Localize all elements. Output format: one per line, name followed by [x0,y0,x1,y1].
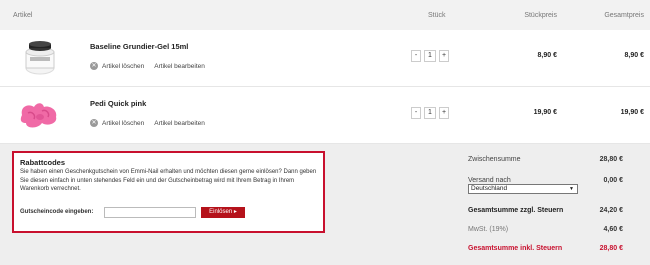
column-header-stueckpreis: Stückpreis [524,12,557,19]
vat-label: MwSt. (19%) [468,226,509,233]
coupon-box: Rabattcodes Sie haben einen Geschenkguts… [12,151,325,233]
quantity-input[interactable]: 1 [424,107,436,119]
delete-item-button[interactable]: ✕ Artikel löschen [90,119,144,127]
quantity-stepper: - 1 + [411,107,449,119]
column-header-artikel: Artikel [13,12,33,19]
total-price: 19,90 € [620,109,644,116]
shipping-label: Versand nach [468,177,511,184]
decrease-quantity-button[interactable]: - [411,107,421,119]
subtotal-value: 28,80 € [599,156,623,163]
unit-price: 8,90 € [537,52,557,59]
column-header-stueck: Stück [428,12,446,19]
delete-item-label: Artikel löschen [102,119,145,127]
cart-row: Baseline Grundier-Gel 15ml ✕ Artikel lös… [0,30,650,87]
close-icon: ✕ [90,119,98,127]
cart-footer-panel: Rabattcodes Sie haben einen Geschenkguts… [0,144,650,265]
product-image[interactable] [18,38,62,78]
order-summary: Zwischensumme 28,80 € Versand nach 0,00 … [468,144,638,265]
increase-quantity-button[interactable]: + [439,107,449,119]
shipping-value: 0,00 € [603,177,623,184]
product-image[interactable] [18,95,62,135]
increase-quantity-button[interactable]: + [439,50,449,62]
redeem-coupon-button[interactable]: Einlösen ▸ [201,207,245,218]
quantity-input[interactable]: 1 [424,50,436,62]
total-excl-tax-value: 24,20 € [599,207,623,214]
dropdown-arrow-icon: ▼ [569,186,574,192]
total-price: 8,90 € [624,52,644,59]
close-icon: ✕ [90,62,98,70]
quantity-stepper: - 1 + [411,50,449,62]
unit-price: 19,90 € [533,109,557,116]
decrease-quantity-button[interactable]: - [411,50,421,62]
total-incl-tax-label: Gesamtsumme inkl. Steuern [468,245,563,252]
shipping-country-select[interactable]: Deutschland ▼ [468,184,578,194]
vat-value: 4,60 € [603,226,623,233]
coupon-input-label: Gutscheincode eingeben: [20,209,94,215]
coupon-description: Sie haben einen Geschenkgutschein von Em… [20,169,317,192]
coupon-code-input[interactable] [104,207,196,218]
cart-table-header: Artikel Stück Stückpreis Gesamtpreis [0,0,650,30]
edit-item-link[interactable]: Artikel bearbeiten [154,120,205,127]
delete-item-button[interactable]: ✕ Artikel löschen [90,62,144,70]
product-name[interactable]: Baseline Grundier-Gel 15ml [90,42,188,51]
total-excl-tax-label: Gesamtsumme zzgl. Steuern [468,207,564,214]
shipping-country-value: Deutschland [471,185,508,192]
cart-row: Pedi Quick pink ✕ Artikel löschen Artike… [0,87,650,144]
product-name[interactable]: Pedi Quick pink [90,99,146,108]
edit-item-link[interactable]: Artikel bearbeiten [154,63,205,70]
total-incl-tax-value: 28,80 € [599,245,623,252]
coupon-title: Rabattcodes [20,158,66,167]
subtotal-label: Zwischensumme [468,156,521,163]
delete-item-label: Artikel löschen [102,62,145,70]
column-header-gesamtpreis: Gesamtpreis [604,12,644,19]
